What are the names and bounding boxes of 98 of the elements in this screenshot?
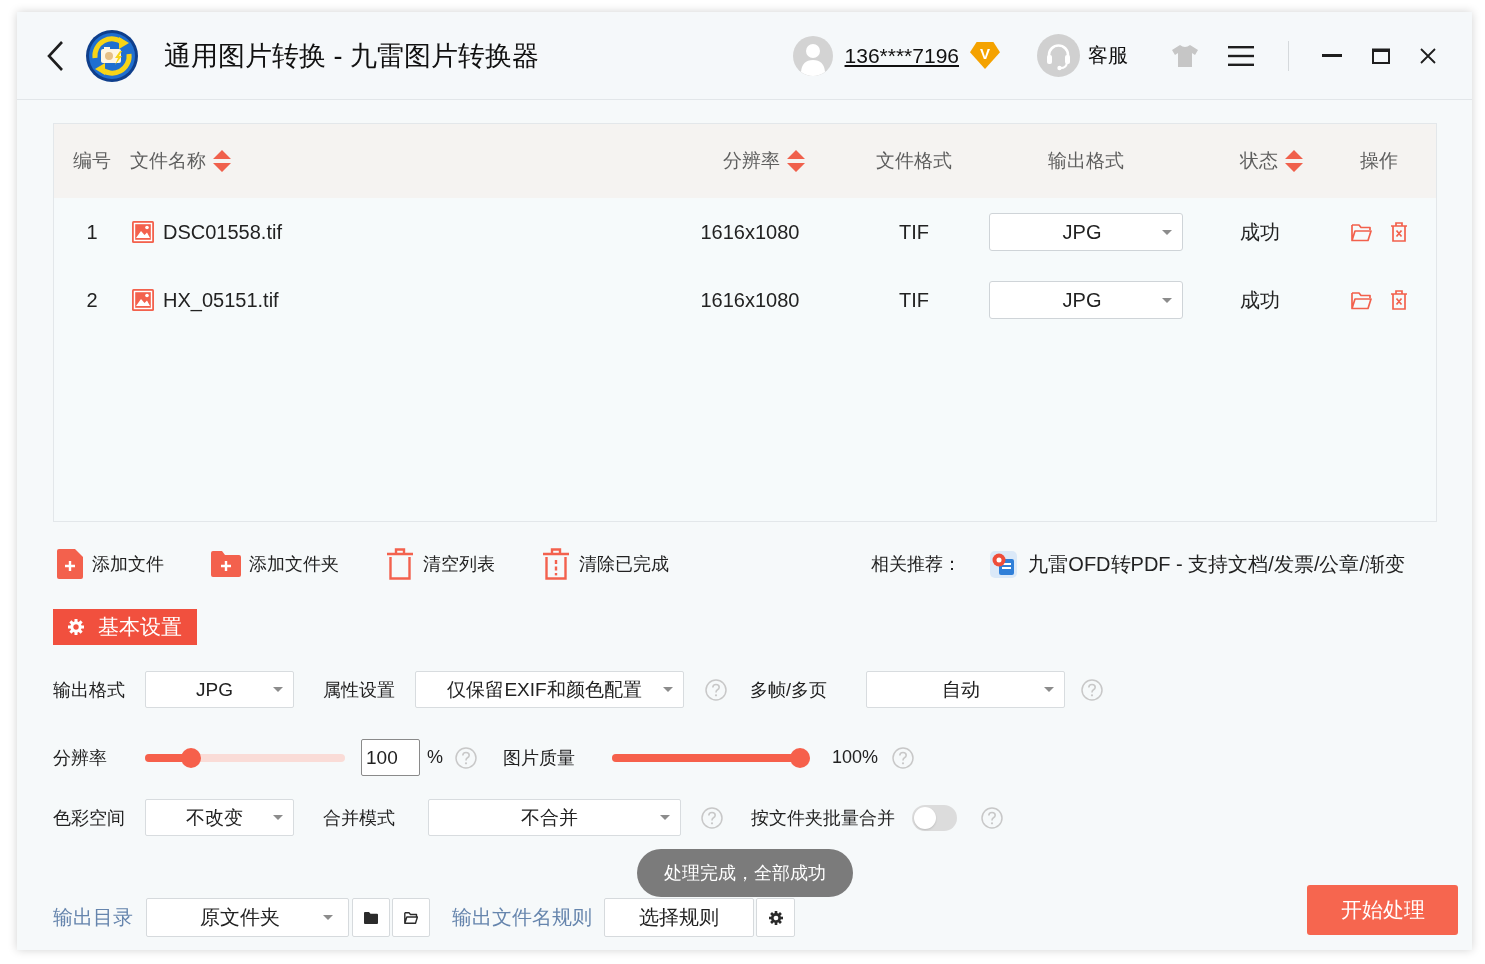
trash-dots-icon (542, 548, 570, 580)
caret-icon (660, 815, 670, 820)
help-icon[interactable] (981, 806, 1003, 829)
help-icon[interactable] (892, 746, 915, 769)
recommend-link[interactable]: 九雷OFD转PDF - 支持文档/发票/公章/渐变 (1028, 550, 1405, 578)
support-link[interactable]: 客服 (1088, 42, 1128, 69)
resolution-input[interactable]: 100 (361, 739, 420, 776)
close-icon[interactable] (1420, 47, 1436, 64)
field-label: 按文件夹批量合并 (751, 806, 895, 830)
table-cell-text: 1616x1080 (699, 288, 801, 312)
image-file-icon (132, 221, 154, 243)
delete-icon[interactable] (1389, 290, 1408, 310)
field-label: 图片质量 (503, 746, 575, 770)
trash-icon (386, 548, 414, 580)
table-cell-text: TIF (898, 288, 930, 312)
rule-settings-button[interactable] (756, 898, 795, 937)
caret-icon (663, 687, 673, 692)
sort-icon[interactable] (1285, 150, 1303, 172)
caret-icon (323, 915, 333, 920)
row-number: 2 (85, 288, 99, 312)
menu-icon[interactable] (1228, 45, 1254, 66)
account-link[interactable]: 136****7196 (844, 43, 959, 68)
slider-thumb[interactable] (181, 747, 201, 768)
column-header: 输出格式 (1048, 149, 1124, 173)
resolution-slider[interactable] (145, 747, 345, 768)
column-header: 编号 (73, 149, 111, 173)
caret-icon (1044, 687, 1054, 692)
caret-icon (273, 687, 283, 692)
add-folder-button[interactable]: 添加文件夹 (211, 551, 339, 577)
settings-icon (768, 910, 783, 925)
merge-by-folder-toggle[interactable] (912, 804, 957, 831)
status-text: 成功 (1239, 219, 1281, 245)
table-cell-text: TIF (898, 220, 930, 244)
clear-done-button[interactable]: 清除已完成 (542, 548, 669, 580)
multi-frame-select[interactable]: 自动 (866, 671, 1065, 708)
field-label: 属性设置 (323, 678, 395, 702)
vip-badge: V (970, 42, 1000, 69)
slider-thumb[interactable] (790, 747, 810, 768)
color-space-select[interactable]: 不改变 (145, 799, 294, 836)
folder-icon (364, 911, 378, 924)
column-header: 操作 (1360, 149, 1398, 173)
field-label: 分辨率 (53, 746, 107, 770)
toast-message: 处理完成，全部成功 (637, 849, 853, 897)
table-cell-text: 1616x1080 (699, 220, 801, 244)
file-name: DSC01558.tif (163, 220, 282, 244)
caret-icon (1162, 297, 1172, 303)
output-format-select[interactable]: JPG (989, 213, 1183, 251)
attributes-select[interactable]: 仅保留EXIF和颜色配置 (415, 671, 684, 708)
unit-label: % (427, 747, 443, 768)
row-number: 1 (85, 220, 99, 244)
field-label: 色彩空间 (53, 806, 125, 830)
field-label: 输出格式 (53, 678, 125, 702)
caret-icon (273, 815, 283, 820)
column-header[interactable]: 状态 (1240, 148, 1278, 174)
field-label: 多帧/多页 (750, 678, 827, 702)
maximize-icon[interactable] (1372, 47, 1390, 64)
output-dir-label: 输出目录 (53, 905, 133, 930)
caret-icon (1162, 229, 1172, 235)
sort-icon[interactable] (213, 150, 231, 172)
add-file-button[interactable]: 添加文件 (57, 549, 164, 579)
help-icon[interactable] (455, 746, 477, 769)
folder-icon[interactable] (1350, 222, 1372, 242)
delete-icon[interactable] (1389, 222, 1408, 242)
quality-value: 100% (832, 747, 879, 768)
name-rule-label: 输出文件名规则 (452, 905, 592, 930)
browse-folder-button[interactable] (352, 898, 390, 937)
recommend-label: 相关推荐： (871, 553, 962, 576)
clear-list-button[interactable]: 清空列表 (386, 548, 495, 580)
output-format-select[interactable]: JPG (989, 281, 1183, 319)
open-folder-icon (404, 911, 418, 924)
folder-icon[interactable] (1350, 290, 1372, 310)
column-header[interactable]: 分辨率 (723, 148, 780, 174)
sort-icon[interactable] (787, 150, 805, 172)
output-format-select[interactable]: JPG (145, 671, 294, 708)
output-dir-select[interactable]: 原文件夹 (146, 898, 349, 937)
settings-tab[interactable]: 基本设置 (53, 609, 197, 645)
column-header: 文件格式 (876, 149, 952, 173)
file-plus-icon (57, 549, 83, 579)
help-icon[interactable] (701, 806, 723, 829)
window-title: 通用图片转换 - 九雷图片转换器 (164, 39, 539, 73)
choose-rule-button[interactable]: 选择规则 (604, 898, 754, 937)
shirt-icon[interactable] (1172, 44, 1198, 67)
merge-mode-select[interactable]: 不合并 (428, 799, 681, 836)
help-icon[interactable] (705, 678, 727, 701)
app-icon[interactable] (990, 550, 1018, 578)
back-icon[interactable] (45, 39, 65, 72)
help-icon[interactable] (1081, 678, 1103, 701)
gear-icon (68, 619, 84, 635)
column-header[interactable]: 文件名称 (130, 148, 206, 174)
folder-plus-icon (211, 551, 241, 577)
camera-logo-icon (86, 29, 138, 82)
quality-slider[interactable] (612, 747, 810, 768)
field-label: 合并模式 (323, 806, 395, 830)
image-file-icon (132, 289, 154, 311)
headset-avatar-icon[interactable] (1037, 34, 1080, 77)
file-name: HX_05151.tif (163, 288, 279, 312)
status-text: 成功 (1239, 287, 1281, 313)
open-folder-button[interactable] (392, 898, 430, 937)
